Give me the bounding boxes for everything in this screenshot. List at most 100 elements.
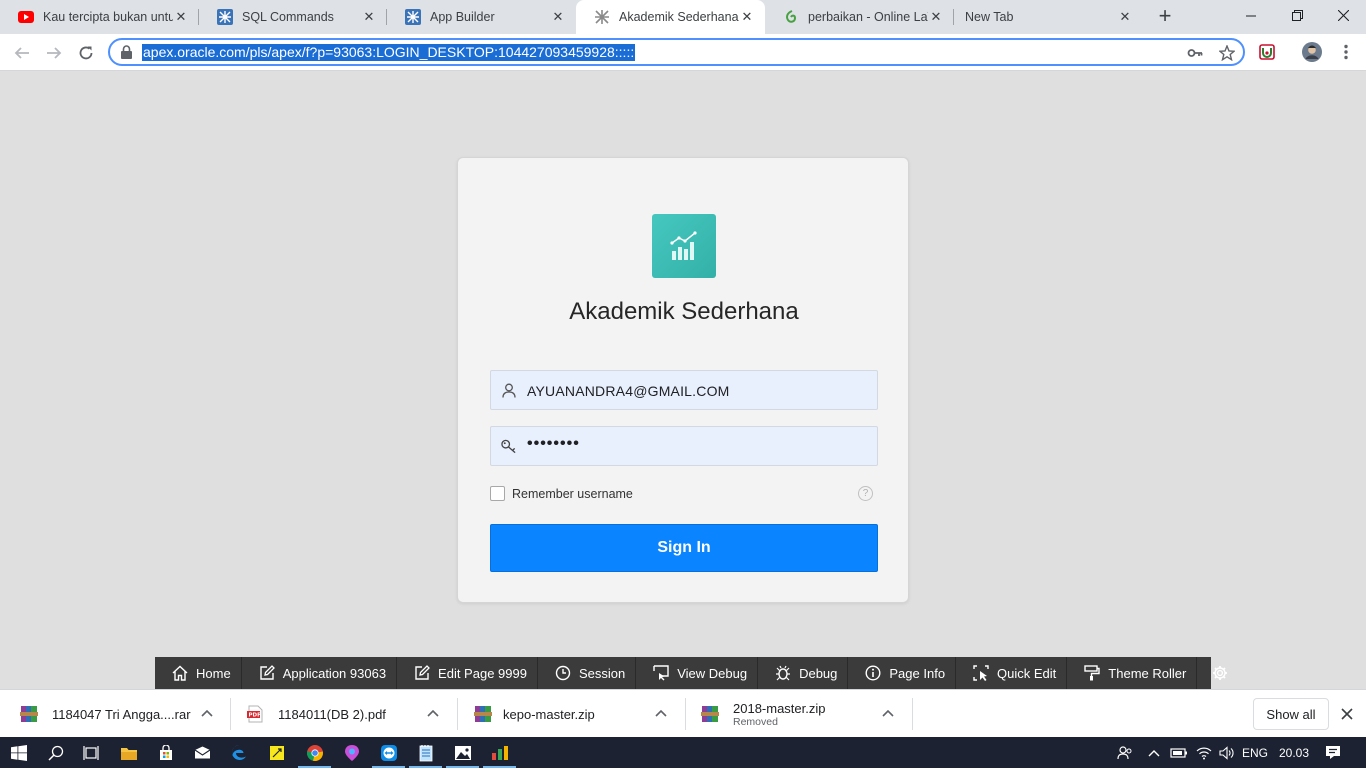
clock[interactable]: 20.03	[1277, 737, 1311, 768]
chevron-up-icon[interactable]	[654, 707, 668, 721]
tab-overleaf[interactable]: perbaikan - Online LaTeX ✕	[765, 0, 954, 34]
task-view-icon[interactable]	[72, 737, 109, 768]
download-item[interactable]: 1184047 Tri Angga....rar	[20, 690, 220, 738]
tab-close-icon[interactable]: ✕	[739, 9, 755, 25]
remember-username-label[interactable]: Remember username	[512, 487, 633, 501]
tab-youtube[interactable]: Kau tercipta bukan untuk ✕	[0, 0, 199, 34]
tab-app-builder[interactable]: App Builder ✕	[387, 0, 576, 34]
store-icon[interactable]	[147, 737, 184, 768]
dev-session-button[interactable]: Session	[538, 657, 637, 689]
download-item[interactable]: kepo-master.zip	[474, 690, 674, 738]
download-status: Removed	[733, 715, 778, 728]
download-name: kepo-master.zip	[503, 706, 595, 722]
chrome-icon[interactable]	[296, 737, 333, 768]
tab-akademik-sederhana[interactable]: Akademik Sederhana - ✕	[576, 0, 765, 34]
rar-file-icon	[20, 705, 38, 723]
dev-view-debug-button[interactable]: View Debug	[636, 657, 759, 689]
tab-label: New Tab	[965, 10, 1014, 24]
minimize-button[interactable]	[1228, 0, 1274, 30]
username-value[interactable]: AYUANANDRA4@GMAIL.COM	[527, 383, 730, 399]
help-icon[interactable]: ?	[858, 486, 873, 501]
dev-page-info-label: Page Info	[889, 665, 946, 681]
teamviewer-icon[interactable]	[370, 737, 407, 768]
tab-close-icon[interactable]: ✕	[550, 9, 566, 25]
chevron-up-icon[interactable]	[426, 707, 440, 721]
dev-application-button[interactable]: Application 93063	[242, 657, 398, 689]
back-button[interactable]	[9, 40, 35, 66]
bookmark-star-icon[interactable]	[1218, 44, 1236, 64]
language-indicator[interactable]: ENG	[1240, 737, 1270, 768]
address-bar[interactable]: apex.oracle.com/pls/apex/f?p=93063:LOGIN…	[108, 38, 1245, 66]
tab-close-icon[interactable]: ✕	[173, 9, 189, 25]
battery-icon[interactable]	[1168, 737, 1190, 768]
pencil-icon	[413, 664, 431, 682]
key-icon[interactable]	[1187, 45, 1203, 64]
download-item[interactable]: PDF 1184011(DB 2).pdf	[246, 690, 446, 738]
apex-icon	[405, 9, 421, 25]
wifi-icon[interactable]	[1193, 737, 1215, 768]
maps-pin-icon[interactable]	[333, 737, 370, 768]
password-value[interactable]: ••••••••	[527, 435, 580, 453]
dev-home-button[interactable]: Home	[155, 657, 242, 689]
download-text: 2018-master.zip Removed	[733, 701, 826, 728]
forward-button[interactable]	[41, 40, 67, 66]
url-text[interactable]: apex.oracle.com/pls/apex/f?p=93063:LOGIN…	[142, 44, 636, 61]
dev-edit-page-button[interactable]: Edit Page 9999	[397, 657, 538, 689]
close-downloads-icon[interactable]	[1338, 705, 1356, 723]
mail-icon[interactable]	[184, 737, 221, 768]
dev-application-label: Application 93063	[282, 665, 387, 681]
profile-avatar-icon[interactable]	[1301, 41, 1323, 63]
edge-icon[interactable]	[221, 737, 258, 768]
dev-debug-button[interactable]: Debug	[758, 657, 849, 689]
dev-page-info-button[interactable]: Page Info	[848, 657, 957, 689]
reload-button[interactable]	[73, 40, 99, 66]
chrome-menu-icon[interactable]	[1335, 41, 1357, 63]
notification-icon[interactable]	[1322, 737, 1344, 768]
dev-theme-roller-button[interactable]: Theme Roller	[1067, 657, 1198, 689]
show-all-button[interactable]: Show all	[1253, 698, 1329, 730]
dev-edit-page-label: Edit Page 9999	[438, 665, 527, 681]
download-name: 1184047 Tri Angga....rar	[52, 706, 191, 722]
tab-new-tab[interactable]: New Tab ✕	[954, 0, 1143, 34]
tab-close-icon[interactable]: ✕	[361, 9, 377, 25]
dev-settings-button[interactable]	[1197, 657, 1243, 689]
photos-icon[interactable]	[444, 737, 481, 768]
sign-in-button[interactable]: Sign In	[490, 524, 878, 572]
remember-username[interactable]: Remember username	[490, 486, 633, 501]
start-button[interactable]	[0, 737, 37, 768]
chevron-up-icon[interactable]	[200, 707, 214, 721]
app-icon[interactable]	[481, 737, 518, 768]
extension-icon[interactable]	[1256, 41, 1278, 63]
search-icon[interactable]	[37, 737, 74, 768]
sticky-notes-icon[interactable]	[258, 737, 295, 768]
tab-sql-commands[interactable]: SQL Commands ✕	[199, 0, 387, 34]
people-icon[interactable]	[1114, 737, 1136, 768]
dev-quick-edit-button[interactable]: Quick Edit	[956, 657, 1068, 689]
clock-icon	[554, 664, 572, 682]
chevron-up-icon[interactable]	[881, 707, 895, 721]
apex-icon	[217, 9, 233, 25]
remember-username-checkbox[interactable]	[490, 486, 505, 501]
volume-icon[interactable]	[1216, 737, 1238, 768]
password-field[interactable]: ••••••••	[490, 426, 878, 466]
tab-close-icon[interactable]: ✕	[928, 9, 944, 25]
apex-icon	[594, 9, 610, 25]
notepad-icon[interactable]	[407, 737, 444, 768]
app-title: Akademik Sederhana	[569, 298, 799, 325]
window-close-button[interactable]	[1320, 0, 1366, 30]
download-divider	[685, 698, 686, 730]
dev-home-label: Home	[196, 665, 231, 681]
download-name: 1184011(DB 2).pdf	[278, 706, 386, 722]
username-field[interactable]: AYUANANDRA4@GMAIL.COM	[490, 370, 878, 410]
download-divider	[912, 698, 913, 730]
restore-button[interactable]	[1274, 0, 1320, 30]
download-item[interactable]: 2018-master.zip Removed	[701, 690, 901, 738]
new-tab-button[interactable]: +	[1153, 5, 1177, 29]
home-icon	[171, 664, 189, 682]
edit-icon	[258, 664, 276, 682]
file-explorer-icon[interactable]	[110, 737, 147, 768]
tab-close-icon[interactable]: ✕	[1117, 9, 1133, 25]
chevron-up-icon[interactable]	[1144, 737, 1164, 768]
lock-icon[interactable]	[121, 45, 132, 62]
dev-session-label: Session	[578, 665, 626, 681]
